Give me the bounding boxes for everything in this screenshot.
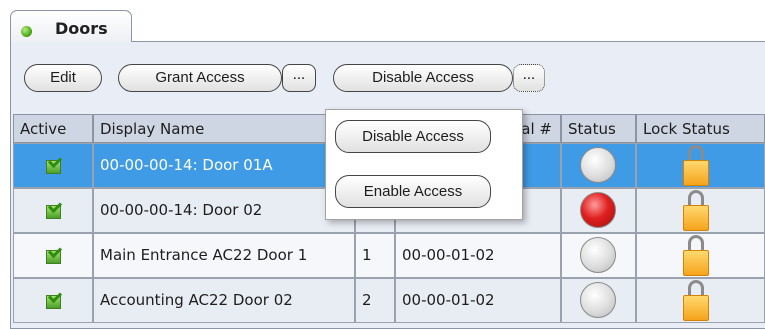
- lock-icon: [683, 145, 709, 187]
- active-check-icon[interactable]: [46, 205, 61, 219]
- status-dot-icon: [21, 26, 32, 37]
- cell-serial: 00-00-01-02: [395, 233, 561, 278]
- cell-number: 1: [355, 233, 395, 278]
- column-header-active[interactable]: Active: [13, 114, 93, 143]
- active-check-icon[interactable]: [46, 295, 61, 309]
- status-gray-icon: [580, 282, 616, 318]
- column-header-status[interactable]: Status: [561, 114, 636, 143]
- status-gray-icon: [580, 147, 616, 183]
- popup-enable-access-button[interactable]: Enable Access: [335, 175, 491, 208]
- cell-display-name: Accounting AC22 Door 02: [93, 278, 355, 323]
- column-header-lock-status[interactable]: Lock Status: [636, 114, 765, 143]
- column-header-display-name[interactable]: Display Name: [93, 114, 355, 143]
- disable-access-more-button[interactable]: ...: [513, 64, 545, 92]
- cell-number: 2: [355, 278, 395, 323]
- tab-label: Doors: [55, 19, 108, 38]
- cell-display-name: Main Entrance AC22 Door 1: [93, 233, 355, 278]
- popup-disable-access-button[interactable]: Disable Access: [335, 120, 491, 153]
- lock-icon: [683, 280, 709, 322]
- grant-access-button[interactable]: Grant Access: [118, 64, 282, 92]
- status-red-icon: [580, 192, 616, 228]
- lock-icon: [683, 235, 709, 277]
- cell-display-name: 00-00-00-14: Door 02: [93, 188, 355, 233]
- cell-display-name: 00-00-00-14: Door 01A: [93, 143, 355, 188]
- lock-icon: [683, 190, 709, 232]
- access-popup-menu: Disable Access Enable Access: [325, 109, 523, 220]
- disable-access-button[interactable]: Disable Access: [333, 64, 513, 92]
- grant-access-more-button[interactable]: ...: [282, 64, 316, 92]
- edit-button[interactable]: Edit: [24, 64, 102, 92]
- tab-doors[interactable]: Doors: [10, 10, 132, 42]
- active-check-icon[interactable]: [46, 250, 61, 264]
- cell-serial: 00-00-01-02: [395, 278, 561, 323]
- status-gray-icon: [580, 237, 616, 273]
- active-check-icon[interactable]: [46, 160, 61, 174]
